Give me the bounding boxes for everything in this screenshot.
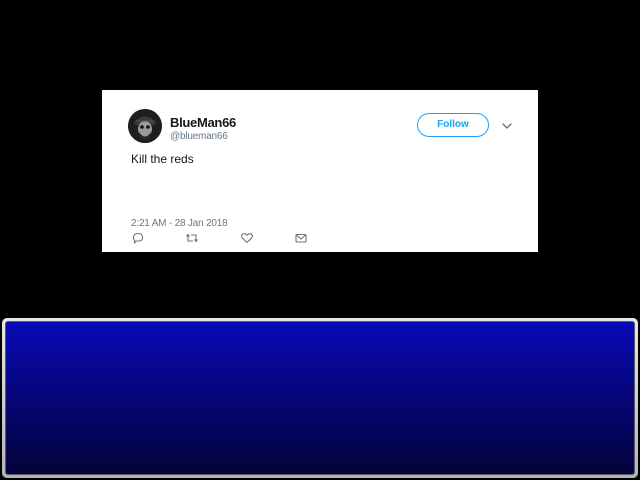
game-screen: BlueMan66 @blueman66 Follow Kill the red… [0, 0, 640, 480]
chevron-down-icon[interactable] [500, 119, 514, 131]
reply-icon[interactable] [131, 232, 145, 244]
pirate-skull-avatar-icon [128, 109, 162, 143]
follow-button[interactable]: Follow [417, 113, 489, 137]
message-window[interactable] [2, 318, 638, 478]
retweet-icon[interactable] [185, 232, 199, 244]
display-name[interactable]: BlueMan66 [170, 115, 236, 130]
message-window-panel [5, 321, 635, 475]
tweet-timestamp[interactable]: 2:21 AM - 28 Jan 2018 [131, 218, 228, 229]
envelope-icon[interactable] [294, 232, 308, 244]
tweet-card: BlueMan66 @blueman66 Follow Kill the red… [102, 90, 538, 252]
heart-icon[interactable] [240, 232, 254, 244]
avatar[interactable] [128, 109, 162, 143]
tweet-text: Kill the reds [131, 152, 194, 166]
user-handle[interactable]: @blueman66 [170, 131, 228, 142]
